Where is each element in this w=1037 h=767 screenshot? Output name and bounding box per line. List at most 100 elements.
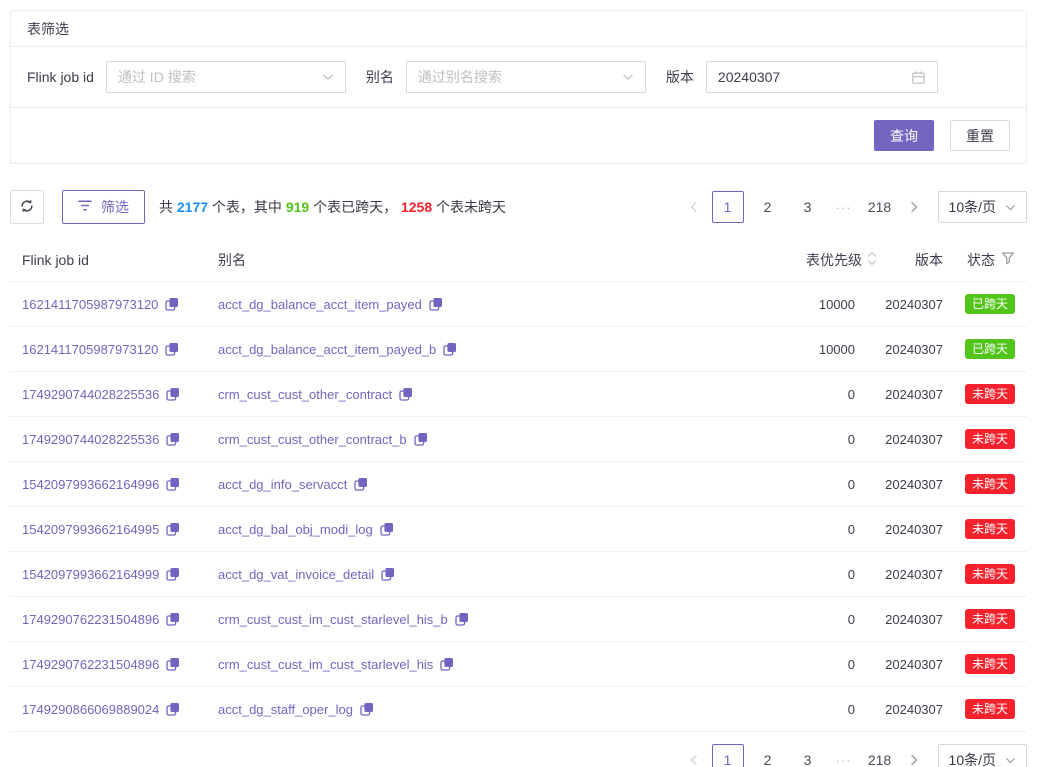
column-header-version: 版本 <box>883 250 943 270</box>
chevron-down-icon <box>322 71 334 83</box>
page-size-value: 10条/页 <box>949 750 996 767</box>
page-number-218[interactable]: 218 <box>864 744 896 767</box>
table-row: 1621411705987973120 acct_dg_balance_acct… <box>10 282 1027 327</box>
refresh-button[interactable] <box>10 190 44 224</box>
status-badge: 未跨天 <box>965 654 1015 674</box>
page-number-2[interactable]: 2 <box>752 191 784 223</box>
priority-cell: 0 <box>643 522 883 537</box>
copy-icon[interactable] <box>380 522 394 536</box>
copy-icon[interactable] <box>414 432 428 446</box>
page-next-button[interactable] <box>900 744 928 767</box>
flink-job-id-link[interactable]: 1542097993662164996 <box>22 477 159 492</box>
chevron-down-icon <box>1005 755 1016 766</box>
flink-job-id-link[interactable]: 1621411705987973120 <box>22 342 158 357</box>
copy-icon[interactable] <box>166 567 180 581</box>
page-size-select[interactable]: 10条/页 <box>938 744 1027 767</box>
page-number-218[interactable]: 218 <box>864 191 896 223</box>
column-header-alias: 别名 <box>218 250 643 270</box>
page-size-select[interactable]: 10条/页 <box>938 191 1027 223</box>
page-ellipsis[interactable]: ··· <box>828 200 860 215</box>
priority-cell: 0 <box>643 702 883 717</box>
flink-job-id-select[interactable]: 通过 ID 搜索 <box>106 61 346 93</box>
copy-icon[interactable] <box>166 612 180 626</box>
priority-cell: 10000 <box>643 297 883 312</box>
copy-icon[interactable] <box>165 342 179 356</box>
table-row: 1749290744028225536 crm_cust_cust_other_… <box>10 372 1027 417</box>
not-crossed-count: 1258 <box>401 199 432 215</box>
flink-job-id-link[interactable]: 1749290762231504896 <box>22 612 159 627</box>
alias-select[interactable]: 通过别名搜索 <box>406 61 646 93</box>
page-size-value: 10条/页 <box>949 197 996 217</box>
page-number-3[interactable]: 3 <box>792 744 824 767</box>
table-row: 1621411705987973120 acct_dg_balance_acct… <box>10 327 1027 372</box>
alias-link[interactable]: acct_dg_balance_acct_item_payed <box>218 297 422 312</box>
page-number-2[interactable]: 2 <box>752 744 784 767</box>
alias-link[interactable]: crm_cust_cust_im_cust_starlevel_his_b <box>218 612 448 627</box>
alias-link[interactable]: acct_dg_bal_obj_modi_log <box>218 522 373 537</box>
table-body: 1621411705987973120 acct_dg_balance_acct… <box>10 282 1027 732</box>
table-row: 1542097993662164996 acct_dg_info_servacc… <box>10 462 1027 507</box>
copy-icon[interactable] <box>165 297 179 311</box>
copy-icon[interactable] <box>166 702 180 716</box>
column-filter-funnel-icon[interactable] <box>1001 251 1015 268</box>
version-cell: 20240307 <box>883 477 943 492</box>
table-row: 1542097993662164999 acct_dg_vat_invoice_… <box>10 552 1027 597</box>
version-date-input[interactable]: 20240307 <box>706 61 938 93</box>
page-number-1[interactable]: 1 <box>712 191 744 223</box>
flink-job-id-link[interactable]: 1749290762231504896 <box>22 657 159 672</box>
alias-link[interactable]: crm_cust_cust_other_contract_b <box>218 432 407 447</box>
flink-job-id-link[interactable]: 1749290744028225536 <box>22 432 159 447</box>
copy-icon[interactable] <box>429 297 443 311</box>
filter-form: Flink job id 通过 ID 搜索 别名 通过别名搜索 版本 20240… <box>11 47 1026 108</box>
copy-icon[interactable] <box>360 702 374 716</box>
page-ellipsis[interactable]: ··· <box>828 753 860 767</box>
column-header-priority[interactable]: 表优先级 <box>643 250 883 270</box>
status-badge: 已跨天 <box>965 339 1015 359</box>
page-next-button[interactable] <box>900 191 928 223</box>
data-table: Flink job id 别名 表优先级 版本 状态 1621411705987… <box>10 238 1027 732</box>
flink-job-id-link[interactable]: 1749290744028225536 <box>22 387 159 402</box>
filter-button[interactable]: 筛选 <box>62 190 145 224</box>
alias-placeholder: 通过别名搜索 <box>418 67 622 87</box>
alias-link[interactable]: crm_cust_cust_im_cust_starlevel_his <box>218 657 433 672</box>
copy-icon[interactable] <box>381 567 395 581</box>
flink-job-id-link[interactable]: 1749290866069889024 <box>22 702 159 717</box>
alias-link[interactable]: acct_dg_vat_invoice_detail <box>218 567 374 582</box>
copy-icon[interactable] <box>440 657 454 671</box>
copy-icon[interactable] <box>354 477 368 491</box>
page-number-1[interactable]: 1 <box>712 744 744 767</box>
version-cell: 20240307 <box>883 612 943 627</box>
copy-icon[interactable] <box>166 477 180 491</box>
copy-icon[interactable] <box>166 387 180 401</box>
top-pagination: 123 ··· 218 10条/页 <box>680 191 1027 223</box>
version-cell: 20240307 <box>883 657 943 672</box>
alias-link[interactable]: crm_cust_cust_other_contract <box>218 387 392 402</box>
page-prev-button[interactable] <box>680 744 708 767</box>
copy-icon[interactable] <box>166 432 180 446</box>
reset-button[interactable]: 重置 <box>950 120 1010 151</box>
table-row: 1542097993662164995 acct_dg_bal_obj_modi… <box>10 507 1027 552</box>
alias-link[interactable]: acct_dg_staff_oper_log <box>218 702 353 717</box>
page-prev-button[interactable] <box>680 191 708 223</box>
table-row: 1749290762231504896 crm_cust_cust_im_cus… <box>10 642 1027 687</box>
sorter-icon[interactable] <box>867 251 877 269</box>
copy-icon[interactable] <box>443 342 457 356</box>
page-number-3[interactable]: 3 <box>792 191 824 223</box>
alias-link[interactable]: acct_dg_balance_acct_item_payed_b <box>218 342 436 357</box>
copy-icon[interactable] <box>166 522 180 536</box>
status-badge: 未跨天 <box>965 474 1015 494</box>
flink-job-id-link[interactable]: 1542097993662164999 <box>22 567 159 582</box>
crossed-count: 919 <box>286 199 309 215</box>
status-badge: 已跨天 <box>965 294 1015 314</box>
flink-job-id-link[interactable]: 1542097993662164995 <box>22 522 159 537</box>
flink-job-id-link[interactable]: 1621411705987973120 <box>22 297 158 312</box>
filter-actions: 查询 重置 <box>11 108 1026 163</box>
copy-icon[interactable] <box>399 387 413 401</box>
table-header-row: Flink job id 别名 表优先级 版本 状态 <box>10 238 1027 282</box>
copy-icon[interactable] <box>455 612 469 626</box>
copy-icon[interactable] <box>166 657 180 671</box>
priority-cell: 0 <box>643 657 883 672</box>
alias-link[interactable]: acct_dg_info_servacct <box>218 477 347 492</box>
status-badge: 未跨天 <box>965 519 1015 539</box>
query-button[interactable]: 查询 <box>874 120 934 151</box>
